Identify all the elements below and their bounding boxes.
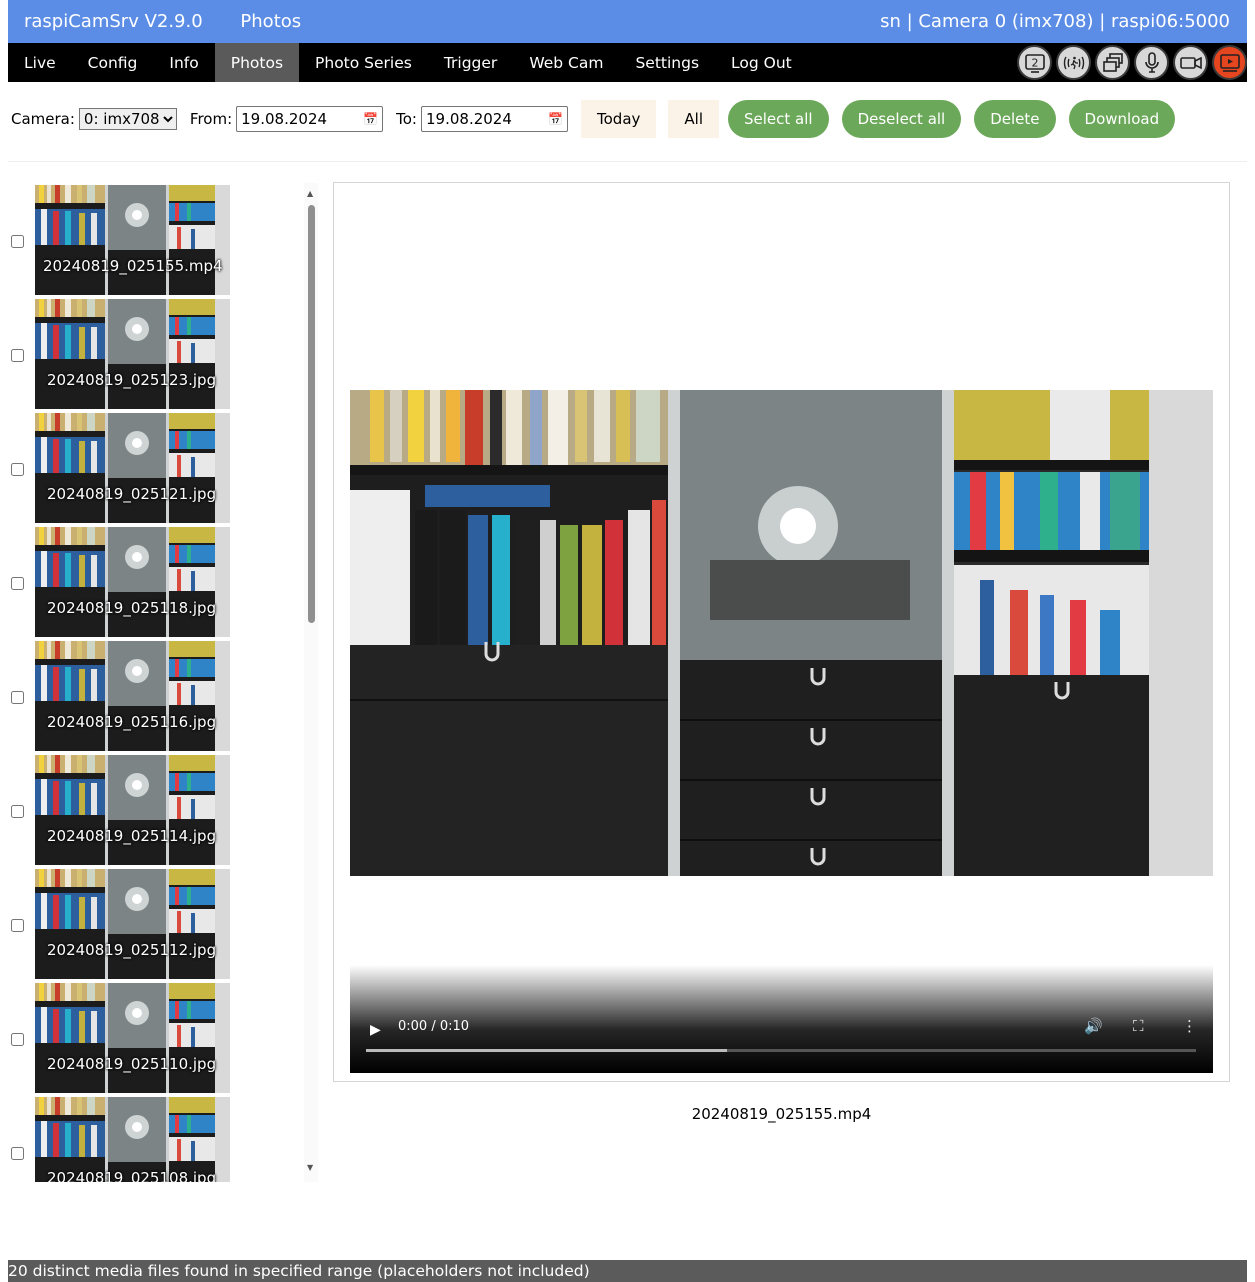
camera-2-icon[interactable]: 2 [1017, 45, 1052, 80]
select-checkbox[interactable] [11, 1033, 24, 1046]
media-thumbnail[interactable]: 20240819_025123.jpg [35, 299, 230, 409]
select-checkbox[interactable] [11, 349, 24, 362]
title-bar: raspiCamSrv V2.9.0 Photos sn | Camera 0 … [8, 0, 1247, 43]
media-list[interactable]: 20240819_025155.mp4 20240819_025123.jpg … [8, 183, 318, 1182]
video-controls: ▶ 0:00 / 0:10 🔊 ⛶ ⋮ [350, 965, 1213, 1073]
nav-photos[interactable]: Photos [214, 43, 300, 82]
filter-bar: Camera: 0: imx708 From: 19.08.2024 📅 To:… [8, 100, 1188, 138]
thumbnail-filename: 20240819_025123.jpg [47, 371, 217, 389]
list-item[interactable]: 20240819_025116.jpg [8, 641, 238, 753]
select-checkbox[interactable] [11, 463, 24, 476]
nav-live[interactable]: Live [8, 43, 72, 82]
media-thumbnail[interactable]: 20240819_025155.mp4 [35, 185, 230, 295]
scroll-up-icon[interactable]: ▲ [307, 189, 313, 198]
from-label: From: [189, 110, 233, 128]
nav-photo-series[interactable]: Photo Series [299, 43, 428, 82]
video-time: 0:00 / 0:10 [398, 1019, 470, 1034]
media-viewer: ▶ 0:00 / 0:10 🔊 ⛶ ⋮ [333, 182, 1230, 1082]
nav-config[interactable]: Config [72, 43, 154, 82]
media-caption: 20240819_025155.mp4 [691, 1105, 872, 1123]
list-item[interactable]: 20240819_025155.mp4 [8, 185, 238, 297]
nav-settings[interactable]: Settings [619, 43, 715, 82]
volume-icon[interactable]: 🔊 [1084, 1017, 1103, 1035]
select-checkbox[interactable] [11, 805, 24, 818]
multi-window-icon[interactable] [1095, 45, 1130, 80]
microphone-icon[interactable] [1134, 45, 1169, 80]
list-item[interactable]: 20240819_025118.jpg [8, 527, 238, 639]
media-thumbnail[interactable]: 20240819_025108.jpg [35, 1097, 230, 1182]
media-thumbnail[interactable]: 20240819_025112.jpg [35, 869, 230, 979]
delete-button[interactable]: Delete [974, 100, 1056, 138]
select-all-button[interactable]: Select all [728, 100, 829, 138]
title-left: raspiCamSrv V2.9.0 Photos [24, 11, 333, 32]
nav-web-cam[interactable]: Web Cam [513, 43, 619, 82]
list-item[interactable]: 20240819_025112.jpg [8, 869, 238, 981]
thumbnail-filename: 20240819_025114.jpg [47, 827, 217, 845]
deselect-all-button[interactable]: Deselect all [841, 100, 962, 138]
thumbnail-filename: 20240819_025108.jpg [47, 1169, 217, 1182]
scrollbar[interactable]: ▲ ▼ [304, 183, 318, 1182]
video-recording-icon[interactable] [1212, 45, 1247, 80]
scrollbar-thumb[interactable] [308, 205, 315, 623]
media-thumbnail[interactable]: 20240819_025121.jpg [35, 413, 230, 523]
select-checkbox[interactable] [11, 577, 24, 590]
all-button[interactable]: All [668, 100, 719, 138]
status-icons: 2 [1017, 45, 1247, 80]
from-date-value: 19.08.2024 [241, 110, 328, 128]
camera-select[interactable]: 0: imx708 [78, 108, 177, 130]
today-button[interactable]: Today [581, 100, 657, 138]
camera-status: sn | Camera 0 (imx708) | raspi06:5000 [880, 11, 1230, 32]
nav-log-out[interactable]: Log Out [715, 43, 808, 82]
play-icon[interactable]: ▶ [370, 1022, 381, 1038]
camera-label: Camera: [11, 110, 75, 128]
to-date-value: 19.08.2024 [426, 110, 512, 128]
media-thumbnail[interactable]: 20240819_025110.jpg [35, 983, 230, 1093]
nav-trigger[interactable]: Trigger [428, 43, 513, 82]
list-item[interactable]: 20240819_025121.jpg [8, 413, 238, 525]
select-checkbox[interactable] [11, 919, 24, 932]
video-frame-image [350, 390, 1213, 876]
nav-info[interactable]: Info [153, 43, 214, 82]
svg-text:2: 2 [1031, 56, 1038, 69]
select-checkbox[interactable] [11, 235, 24, 248]
main-nav: Live Config Info Photos Photo Series Tri… [8, 43, 1247, 82]
download-button[interactable]: Download [1068, 100, 1176, 138]
fullscreen-icon[interactable]: ⛶ [1133, 1017, 1144, 1035]
list-item[interactable]: 20240819_025108.jpg [8, 1097, 238, 1182]
thumbnail-filename: 20240819_025118.jpg [47, 599, 217, 617]
media-thumbnail[interactable]: 20240819_025114.jpg [35, 755, 230, 865]
scroll-down-icon[interactable]: ▼ [307, 1163, 313, 1172]
calendar-icon[interactable]: 📅 [363, 112, 378, 126]
thumbnail-filename: 20240819_025155.mp4 [43, 257, 223, 275]
to-label: To: [396, 110, 417, 128]
thumbnail-filename: 20240819_025110.jpg [47, 1055, 217, 1073]
calendar-icon[interactable]: 📅 [548, 112, 563, 126]
page-title: Photos [240, 11, 302, 32]
thumbnail-filename: 20240819_025116.jpg [47, 713, 217, 731]
list-item[interactable]: 20240819_025110.jpg [8, 983, 238, 1095]
thumbnail-filename: 20240819_025112.jpg [47, 941, 217, 959]
media-thumbnail[interactable]: 20240819_025118.jpg [35, 527, 230, 637]
select-checkbox[interactable] [11, 1147, 24, 1160]
select-checkbox[interactable] [11, 691, 24, 704]
status-footer: 20 distinct media files found in specifi… [8, 1260, 1247, 1282]
from-date-input[interactable]: 19.08.2024 📅 [236, 106, 384, 132]
video-progress-fill [366, 1049, 728, 1052]
more-options-icon[interactable]: ⋮ [1182, 1017, 1197, 1035]
list-item[interactable]: 20240819_025123.jpg [8, 299, 238, 411]
divider [8, 161, 1247, 162]
app-title: raspiCamSrv V2.9.0 [24, 11, 203, 32]
to-date-input[interactable]: 19.08.2024 📅 [421, 106, 568, 132]
video-camera-icon[interactable] [1173, 45, 1208, 80]
video-player[interactable]: ▶ 0:00 / 0:10 🔊 ⛶ ⋮ [350, 390, 1213, 1074]
list-item[interactable]: 20240819_025114.jpg [8, 755, 238, 867]
motion-detection-icon[interactable] [1056, 45, 1091, 80]
thumbnail-filename: 20240819_025121.jpg [47, 485, 217, 503]
media-thumbnail[interactable]: 20240819_025116.jpg [35, 641, 230, 751]
video-progress-bar[interactable] [366, 1049, 1196, 1052]
